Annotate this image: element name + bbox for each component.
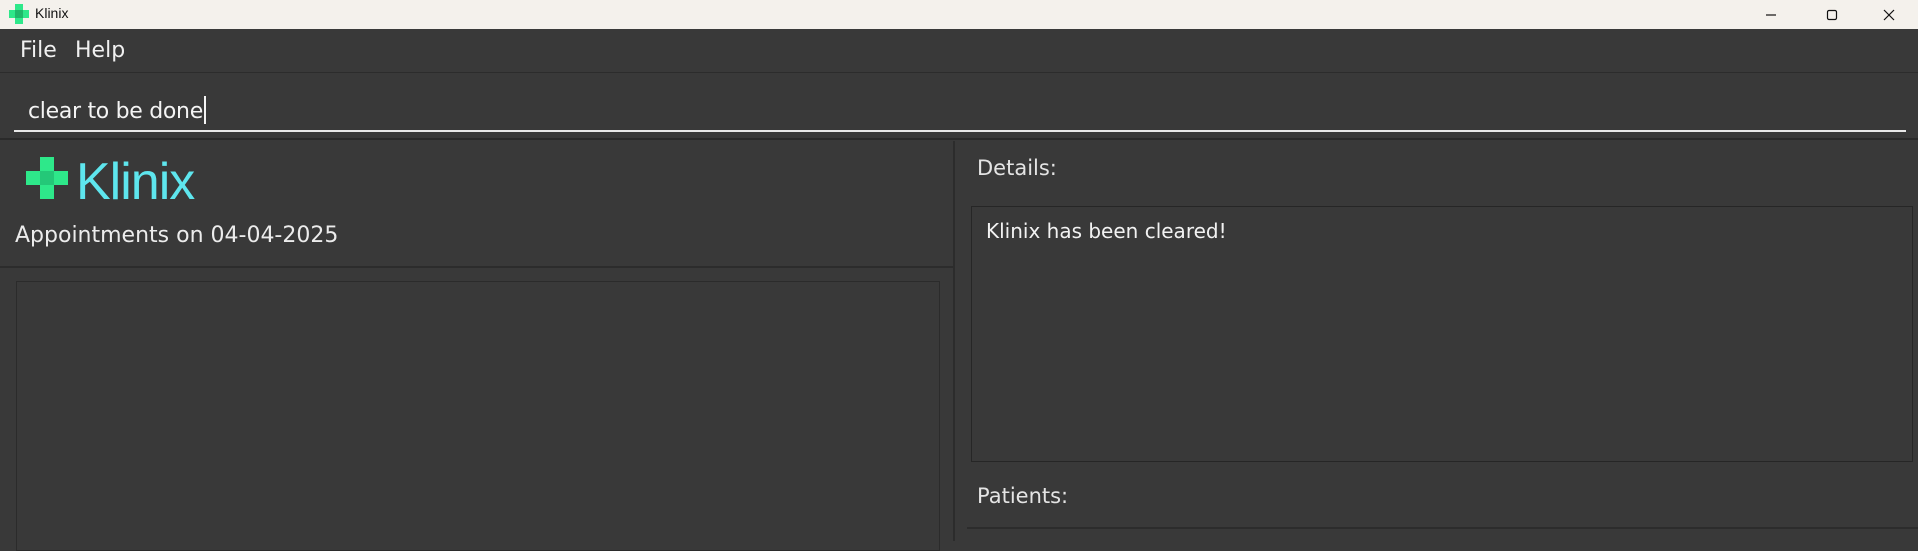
logo-text: Klinix [76, 155, 195, 205]
patients-heading: Patients: [977, 484, 1069, 508]
menu-help[interactable]: Help [75, 38, 125, 63]
details-panel: Details: Klinix has been cleared! Patien… [957, 141, 1918, 541]
appointments-list[interactable] [16, 281, 940, 551]
details-output-box[interactable]: Klinix has been cleared! [971, 206, 1913, 462]
command-input-text: clear to be done [28, 96, 206, 124]
close-button[interactable] [1860, 0, 1918, 29]
details-message: Klinix has been cleared! [986, 219, 1227, 243]
divider [0, 266, 953, 268]
window-title: Klinix [35, 5, 69, 21]
maximize-icon [1826, 9, 1838, 20]
minimize-icon [1766, 13, 1776, 16]
command-value: clear to be done [28, 99, 203, 124]
menu-bar: File Help [0, 29, 1918, 73]
app-cross-icon [9, 4, 29, 24]
text-caret [203, 96, 206, 124]
details-heading: Details: [977, 156, 1057, 180]
minimize-button[interactable] [1742, 0, 1800, 29]
menu-file[interactable]: File [20, 38, 57, 63]
command-box: clear to be done [0, 74, 1918, 140]
logo-cross-icon [26, 157, 68, 199]
command-input[interactable]: clear to be done [14, 88, 1906, 132]
window-titlebar: Klinix [0, 0, 1918, 29]
close-icon [1883, 9, 1895, 20]
appointments-panel: Klinix Appointments on 04-04-2025 [0, 141, 955, 551]
patients-divider [967, 527, 1918, 529]
appointments-title: Appointments on 04-04-2025 [15, 223, 339, 248]
klinix-logo: Klinix [26, 155, 196, 205]
maximize-button[interactable] [1803, 0, 1861, 29]
